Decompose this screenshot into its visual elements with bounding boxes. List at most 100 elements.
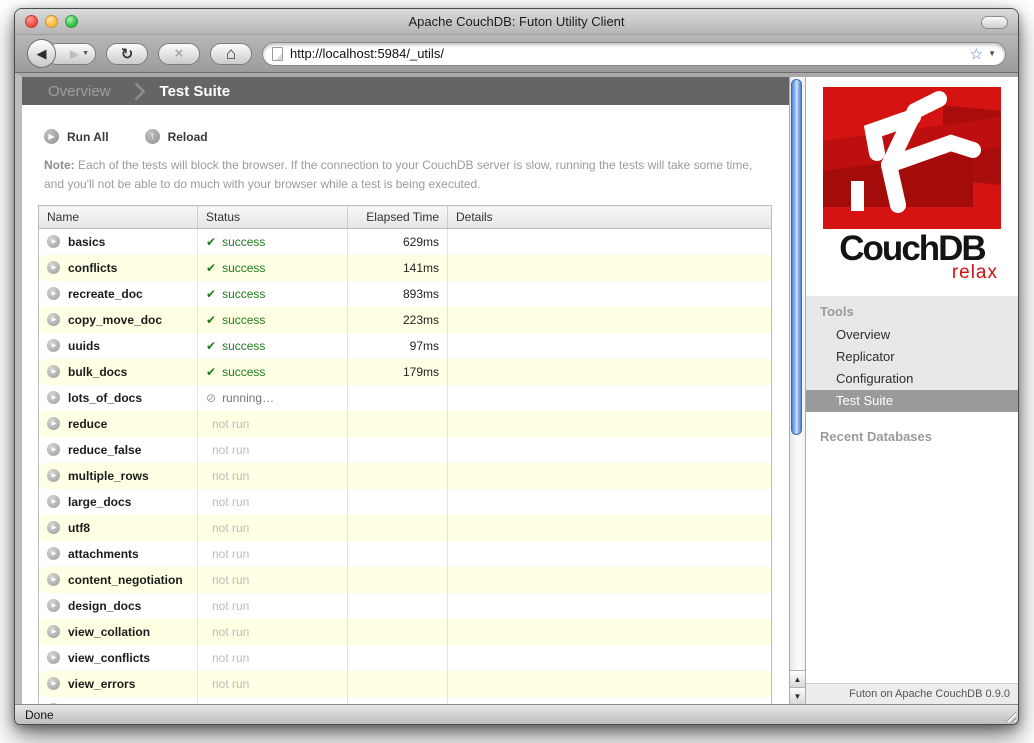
breadcrumb-chevron-icon [127,81,146,101]
test-details [448,567,772,593]
home-button[interactable]: ⌂ [210,42,252,65]
run-test-icon[interactable]: ▶ [47,651,60,665]
run-test-icon[interactable]: ▶ [47,287,60,301]
test-row: ▶ lots_of_docs ⊘ running… [38,384,772,411]
test-details [448,463,772,489]
sidebar-item-replicator[interactable]: Replicator [806,346,1018,368]
run-test-icon[interactable]: ▶ [47,495,60,509]
test-elapsed-time [347,696,448,704]
test-elapsed-time [347,436,448,463]
test-status: not run [197,462,348,489]
test-row: ▶ copy_move_doc ✔ success 223ms [38,306,772,333]
status-text: Done [25,707,54,722]
scrollbar-thumb[interactable] [791,79,802,435]
toolbar-toggle-button[interactable] [981,16,1008,29]
couchdb-logo[interactable]: CouchDB relax [806,77,1018,284]
test-status: not run [197,410,348,437]
test-status: not run [197,540,348,567]
window-titlebar: Apache CouchDB: Futon Utility Client [15,9,1018,35]
resize-grip[interactable] [1003,709,1016,722]
test-status: not run [197,514,348,541]
test-row: ▶ reduce not run [38,410,772,437]
url-dropdown-icon[interactable]: ▼ [988,49,996,58]
reload-tests-button[interactable]: ↑ Reload [144,129,208,144]
test-details [448,593,772,619]
run-test-icon[interactable]: ▶ [47,547,60,561]
tools-heading: Tools [820,304,854,319]
status-icon: ✔ [206,312,217,327]
back-button[interactable]: ◀ [27,39,56,68]
run-test-icon[interactable]: ▶ [47,573,60,587]
status-icon: ⊘ [206,390,217,405]
test-details [448,411,772,437]
sidebar-item-configuration[interactable]: Configuration [806,368,1018,390]
test-status: not run [197,488,348,515]
test-row: ▶ large_docs not run [38,488,772,515]
test-status: ⊘ running… [197,384,348,411]
breadcrumb-current-page: Test Suite [159,82,231,100]
test-name: basics [68,234,106,249]
sidebar-item-overview[interactable]: Overview [806,324,1018,346]
history-dropdown-icon[interactable]: ▼ [82,50,89,57]
test-name: attachments [68,546,139,561]
run-test-icon[interactable]: ▶ [47,235,60,249]
test-elapsed-time: 893ms [347,280,448,307]
reload-button[interactable]: ↻ [106,42,148,65]
run-test-icon[interactable]: ▶ [47,313,60,327]
scroll-down-arrow[interactable]: ▼ [790,687,805,704]
test-elapsed-time: 629ms [347,228,448,255]
scrollbar-arrows: ▲ ▼ [790,670,805,704]
column-header-name: Name [38,205,198,230]
run-test-icon[interactable]: ▶ [47,599,60,613]
test-name: conflicts [68,260,118,275]
test-row: ▶ basics ✔ success 629ms [38,228,772,255]
page-icon [272,46,283,61]
test-elapsed-time [347,644,448,671]
content-scrollbar[interactable]: ▲ ▼ [789,77,806,704]
test-details [448,359,772,385]
run-test-icon[interactable]: ▶ [47,391,60,405]
run-test-icon[interactable]: ▶ [47,365,60,379]
note-text: Note: Each of the tests will block the b… [44,158,753,191]
test-status: ✔ success [197,280,348,307]
sidebar: CouchDB relax Tools Overview Replicator Co… [806,77,1018,704]
run-all-button[interactable]: ▶ Run All [44,129,109,144]
run-test-icon[interactable]: ▶ [47,339,60,353]
status-icon: ✔ [206,364,217,379]
test-name: lots_of_docs [68,390,143,405]
test-name: recreate_doc [68,286,143,301]
content-scroll-area: ▶ Run All ↑ Reload Note: Each of the tes… [22,105,789,704]
breadcrumb: Overview Test Suite [22,77,789,105]
stop-icon: × [174,45,184,62]
recent-databases-heading: Recent Databases [820,429,932,444]
test-status: ✔ success [197,358,348,385]
run-test-icon[interactable]: ▶ [47,625,60,639]
address-bar[interactable]: ☆ ▼ [262,41,1006,66]
run-test-icon[interactable]: ▶ [47,443,60,457]
sidebar-item-test-suite[interactable]: Test Suite [806,390,1018,412]
test-elapsed-time [347,514,448,541]
window-title: Apache CouchDB: Futon Utility Client [408,14,625,29]
test-row: ▶ view_conflicts not run [38,644,772,671]
test-status: ✔ success [197,254,348,281]
test-details [448,515,772,541]
test-elapsed-time [347,618,448,645]
run-test-icon[interactable]: ▶ [47,469,60,483]
url-input[interactable] [290,46,970,61]
run-test-icon[interactable]: ▶ [47,261,60,275]
column-header-status: Status [197,205,348,230]
run-test-icon[interactable]: ▶ [47,521,60,535]
bookmark-star-icon[interactable]: ☆ [970,45,983,63]
stop-button[interactable]: × [158,42,200,65]
reload-icon: ↻ [120,45,134,63]
test-details [448,697,772,704]
run-test-icon[interactable]: ▶ [47,417,60,431]
test-row: ▶ attachments not run [38,540,772,567]
run-test-icon[interactable]: ▶ [47,677,60,691]
scroll-up-arrow[interactable]: ▲ [790,670,805,687]
test-actions: ▶ Run All ↑ Reload [44,129,789,144]
test-status: not run [197,592,348,619]
breadcrumb-overview-link[interactable]: Overview [48,83,111,100]
tools-list: Overview Replicator Configuration Test Suit… [806,324,1018,412]
test-details [448,281,772,307]
